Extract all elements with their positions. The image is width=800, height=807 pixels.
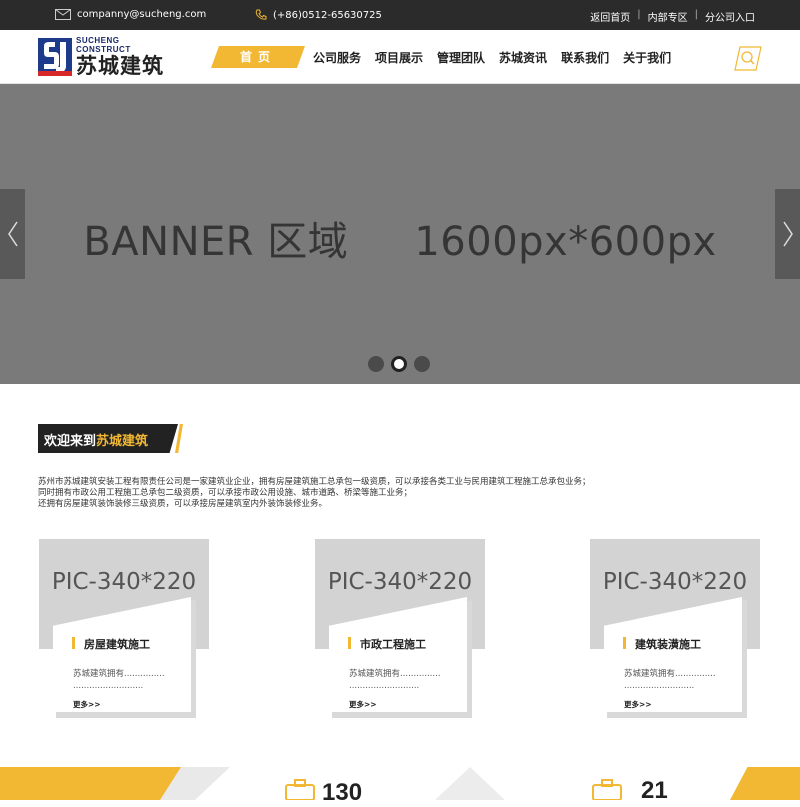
- card-more-link[interactable]: 更多>>: [73, 699, 101, 710]
- top-bar: companny@sucheng.com (+86)0512-65630725 …: [0, 0, 800, 30]
- email-text: companny@sucheng.com: [77, 9, 207, 20]
- service-card-building[interactable]: PIC-340*220 房屋建筑施工 苏城建筑拥有...............…: [39, 539, 209, 718]
- nav-item-news[interactable]: 苏城资讯: [499, 49, 547, 66]
- card-desc-line-2: ..........................: [349, 681, 420, 691]
- service-card-municipal[interactable]: PIC-340*220 市政工程施工 苏城建筑拥有...............…: [315, 539, 485, 718]
- link-home[interactable]: 返回首页: [590, 9, 630, 24]
- stat-number-2: 21: [641, 777, 668, 804]
- company-intro: 苏州市苏城建筑安装工程有限责任公司是一家建筑业企业，拥有房屋建筑施工总承包一级资…: [38, 477, 758, 510]
- welcome-highlight: 苏城建筑: [96, 434, 149, 449]
- logo[interactable]: SUCHENG CONSTRUCT 苏城建筑: [38, 36, 174, 78]
- nav-item-contact[interactable]: 联系我们: [561, 49, 609, 66]
- nav-item-home[interactable]: 首页: [210, 46, 306, 68]
- nav-item-team[interactable]: 管理团队: [437, 49, 485, 66]
- nav-item-about[interactable]: 关于我们: [623, 49, 671, 66]
- main-nav: 首页 公司服务 项目展示 管理团队 苏城资讯 联系我们 关于我们: [210, 46, 671, 68]
- banner-text: BANNER 区域 1600px*600px: [83, 219, 717, 265]
- top-links: 返回首页 | 内部专区 | 分公司入口: [590, 9, 755, 24]
- card-more-link[interactable]: 更多>>: [349, 699, 377, 710]
- card-image-label: PIC-340*220: [51, 569, 197, 595]
- card-description: 苏城建筑拥有............... ..................…: [624, 668, 716, 692]
- welcome-text: 欢迎来到苏城建筑: [44, 430, 148, 449]
- card-desc-line-1: 苏城建筑拥有...............: [73, 669, 165, 679]
- email-contact: companny@sucheng.com: [55, 9, 206, 20]
- card-desc-line-2: ..........................: [73, 681, 144, 691]
- briefcase-icon: [592, 779, 622, 800]
- card-title: 房屋建筑施工: [84, 638, 150, 651]
- service-card-decoration[interactable]: PIC-340*220 建筑装潢施工 苏城建筑拥有...............…: [590, 539, 760, 718]
- card-desc-line-1: 苏城建筑拥有...............: [624, 669, 716, 679]
- mail-icon: [55, 9, 71, 20]
- stats-strip: 130 21: [0, 767, 800, 806]
- card-image-label: PIC-340*220: [602, 569, 748, 595]
- banner-prev-button[interactable]: [0, 189, 25, 279]
- banner-dot-3[interactable]: [414, 356, 430, 372]
- card-more-link[interactable]: 更多>>: [624, 699, 652, 710]
- hero-banner: BANNER 区域 1600px*600px: [0, 84, 800, 384]
- logo-chinese: 苏城建筑: [76, 54, 164, 78]
- phone-icon: [255, 9, 267, 20]
- banner-pagination: [368, 356, 430, 372]
- separator: |: [637, 9, 641, 20]
- card-desc-line-1: 苏城建筑拥有...............: [349, 669, 441, 679]
- intro-line-3: 还拥有房屋建筑装饰装修三级资质，可以承接房屋建筑室内外装饰装修业务。: [38, 499, 328, 509]
- search-icon: [734, 46, 762, 71]
- separator: |: [694, 9, 698, 20]
- intro-line-2: 同时拥有市政公用工程施工总承包二级资质，可以承接市政公用设施、城市道路、桥梁等施…: [38, 488, 413, 498]
- card-title: 建筑装潢施工: [635, 638, 701, 651]
- card-title-bar: [72, 637, 75, 649]
- card-description: 苏城建筑拥有............... ..................…: [73, 668, 165, 692]
- search-button[interactable]: [734, 46, 762, 71]
- phone-text: (+86)0512-65630725: [273, 9, 382, 21]
- stat-number-1: 130: [322, 779, 363, 806]
- logo-english: SUCHENG CONSTRUCT: [76, 36, 131, 54]
- chevron-left-icon: [7, 221, 18, 247]
- stats-divider-center: [435, 767, 505, 800]
- card-image-label: PIC-340*220: [327, 569, 473, 595]
- card-title: 市政工程施工: [360, 638, 426, 651]
- banner-dot-2[interactable]: [391, 356, 407, 372]
- stats-accent-right: [730, 767, 800, 800]
- intro-line-1: 苏州市苏城建筑安装工程有限责任公司是一家建筑业企业，拥有房屋建筑施工总承包一级资…: [38, 477, 591, 487]
- card-title-bar: [348, 637, 351, 649]
- header: SUCHENG CONSTRUCT 苏城建筑 首页 公司服务 项目展示 管理团队…: [0, 30, 800, 84]
- link-internal[interactable]: 内部专区: [648, 9, 688, 24]
- card-title-bar: [623, 637, 626, 649]
- chevron-right-icon: [782, 221, 793, 247]
- banner-dot-1[interactable]: [368, 356, 384, 372]
- welcome-prefix: 欢迎来到: [44, 434, 97, 449]
- banner-next-button[interactable]: [775, 189, 800, 279]
- nav-item-services[interactable]: 公司服务: [313, 49, 361, 66]
- card-desc-line-2: ..........................: [624, 681, 695, 691]
- card-description: 苏城建筑拥有............... ..................…: [349, 668, 441, 692]
- nav-item-projects[interactable]: 项目展示: [375, 49, 423, 66]
- link-branch[interactable]: 分公司入口: [705, 9, 755, 24]
- logo-mark-icon: [38, 38, 72, 76]
- phone-contact: (+86)0512-65630725: [255, 9, 382, 21]
- nav-item-label: 首页: [239, 50, 276, 64]
- briefcase-icon: [285, 779, 315, 800]
